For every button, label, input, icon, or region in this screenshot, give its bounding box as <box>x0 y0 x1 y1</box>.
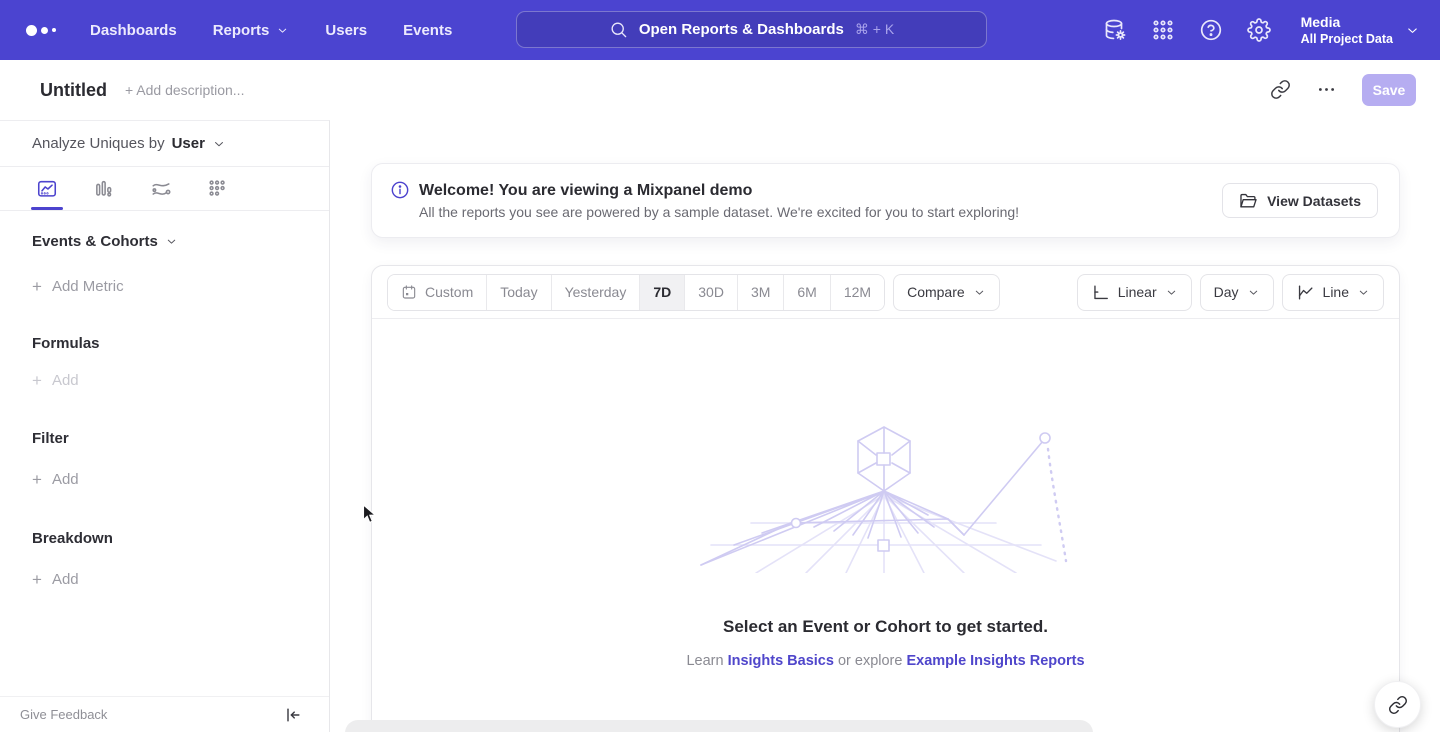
plus-icon: + <box>32 472 42 487</box>
range-yesterday[interactable]: Yesterday <box>551 275 640 310</box>
view-datasets-button[interactable]: View Datasets <box>1222 183 1378 218</box>
analyze-value[interactable]: User <box>172 135 205 152</box>
report-header-actions: Save <box>1270 74 1416 106</box>
empty-state-title: Select an Event or Cohort to get started… <box>723 617 1048 637</box>
settings-gear-icon[interactable] <box>1247 18 1272 43</box>
events-cohorts-heading[interactable]: Events & Cohorts <box>32 233 329 250</box>
date-range-group: Custom Today Yesterday 7D 30D 3M 6M 12M <box>387 274 885 311</box>
example-insights-reports-link[interactable]: Example Insights Reports <box>906 653 1084 669</box>
chevron-down-icon <box>1357 286 1370 299</box>
project-scope: All Project Data <box>1301 31 1393 47</box>
welcome-banner: Welcome! You are viewing a Mixpanel demo… <box>371 163 1400 238</box>
folder-icon <box>1239 191 1258 210</box>
main-nav: Dashboards Reports Users Events <box>90 22 452 39</box>
report-description-placeholder[interactable]: + Add description... <box>125 82 244 98</box>
insights-chart-card: Custom Today Yesterday 7D 30D 3M 6M 12M … <box>371 265 1400 732</box>
plus-icon: + <box>32 279 42 294</box>
chart-empty-state: Select an Event or Cohort to get started… <box>372 319 1399 669</box>
add-breakdown-button[interactable]: + Add <box>32 571 329 588</box>
tab-scatter-grid-icon[interactable] <box>202 167 234 210</box>
bottom-sheet-top-edge <box>345 720 1093 732</box>
give-feedback-link[interactable]: Give Feedback <box>20 707 107 722</box>
add-formula-button[interactable]: + Add <box>32 372 329 389</box>
nav-reports[interactable]: Reports <box>213 22 290 39</box>
tab-bar-chart-icon[interactable] <box>88 167 120 210</box>
chart-display-controls: Linear Day Line <box>1077 274 1384 311</box>
plus-icon: + <box>32 572 42 587</box>
banner-subtitle: All the reports you see are powered by a… <box>419 202 1019 223</box>
range-12m[interactable]: 12M <box>830 275 884 310</box>
chevron-down-icon <box>1405 23 1420 38</box>
analyze-by-row: Analyze Uniques by User <box>0 121 329 167</box>
apps-grid-icon[interactable] <box>1151 18 1176 43</box>
range-30d[interactable]: 30D <box>684 275 737 310</box>
help-icon[interactable] <box>1199 18 1224 43</box>
compare-dropdown[interactable]: Compare <box>893 274 1000 311</box>
insights-basics-link[interactable]: Insights Basics <box>728 653 834 669</box>
mixpanel-logo-icon[interactable] <box>26 25 56 36</box>
project-selector[interactable]: Media All Project Data <box>1301 14 1420 47</box>
report-title[interactable]: Untitled <box>40 80 107 101</box>
chart-type-tabs <box>0 167 329 211</box>
breakdown-heading: Breakdown <box>32 530 329 547</box>
chart-controls: Custom Today Yesterday 7D 30D 3M 6M 12M … <box>372 266 1399 319</box>
interval-dropdown[interactable]: Day <box>1200 274 1274 311</box>
nav-events[interactable]: Events <box>403 22 452 39</box>
range-6m[interactable]: 6M <box>783 275 829 310</box>
chart-type-dropdown[interactable]: Line <box>1282 274 1384 311</box>
chevron-down-icon <box>973 286 986 299</box>
search-shortcut: ⌘ + K <box>855 21 894 38</box>
search-placeholder: Open Reports & Dashboards <box>639 21 844 38</box>
calendar-icon <box>401 284 417 300</box>
report-header: Untitled + Add description... Save <box>0 60 1440 120</box>
nav-users[interactable]: Users <box>325 22 367 39</box>
navbar-right: Media All Project Data <box>1103 0 1420 60</box>
add-filter-button[interactable]: + Add <box>32 471 329 488</box>
share-link-fab[interactable] <box>1374 681 1421 728</box>
line-chart-icon <box>1296 283 1315 302</box>
tab-line-chart-icon[interactable] <box>31 167 63 210</box>
collapse-sidebar-icon[interactable] <box>283 705 303 725</box>
more-options-icon[interactable] <box>1316 79 1338 101</box>
chevron-down-icon <box>1165 286 1178 299</box>
plus-icon: + <box>32 373 42 388</box>
info-icon <box>390 180 410 200</box>
search-icon <box>609 20 628 39</box>
banner-title: Welcome! You are viewing a Mixpanel demo <box>419 179 1019 202</box>
range-today[interactable]: Today <box>486 275 550 310</box>
data-management-icon[interactable] <box>1103 18 1128 43</box>
chevron-down-icon <box>165 235 178 248</box>
main-panel: Welcome! You are viewing a Mixpanel demo… <box>330 120 1440 732</box>
sidebar-footer: Give Feedback <box>0 696 329 732</box>
filter-heading: Filter <box>32 430 329 447</box>
query-builder-sidebar: Analyze Uniques by User <box>0 120 330 732</box>
chevron-down-icon <box>1247 286 1260 299</box>
save-button[interactable]: Save <box>1362 74 1416 106</box>
top-navbar: Dashboards Reports Users Events Open Rep… <box>0 0 1440 60</box>
global-search[interactable]: Open Reports & Dashboards ⌘ + K <box>516 11 987 48</box>
range-custom[interactable]: Custom <box>388 275 486 310</box>
empty-state-illustration <box>696 423 1076 573</box>
range-3m[interactable]: 3M <box>737 275 783 310</box>
add-metric-button[interactable]: + Add Metric <box>32 278 329 295</box>
linear-axis-icon <box>1091 283 1110 302</box>
chevron-down-icon[interactable] <box>212 137 226 151</box>
analyze-prefix: Analyze Uniques by <box>32 135 165 152</box>
range-7d[interactable]: 7D <box>639 275 684 310</box>
chevron-down-icon <box>276 24 289 37</box>
scale-dropdown[interactable]: Linear <box>1077 274 1192 311</box>
copy-link-icon[interactable] <box>1270 79 1292 101</box>
project-name: Media <box>1301 14 1393 31</box>
tab-flow-chart-icon[interactable] <box>145 167 177 210</box>
empty-state-subtitle: Learn Insights Basics or explore Example… <box>686 653 1084 669</box>
formulas-heading: Formulas <box>32 335 329 352</box>
nav-dashboards[interactable]: Dashboards <box>90 22 177 39</box>
